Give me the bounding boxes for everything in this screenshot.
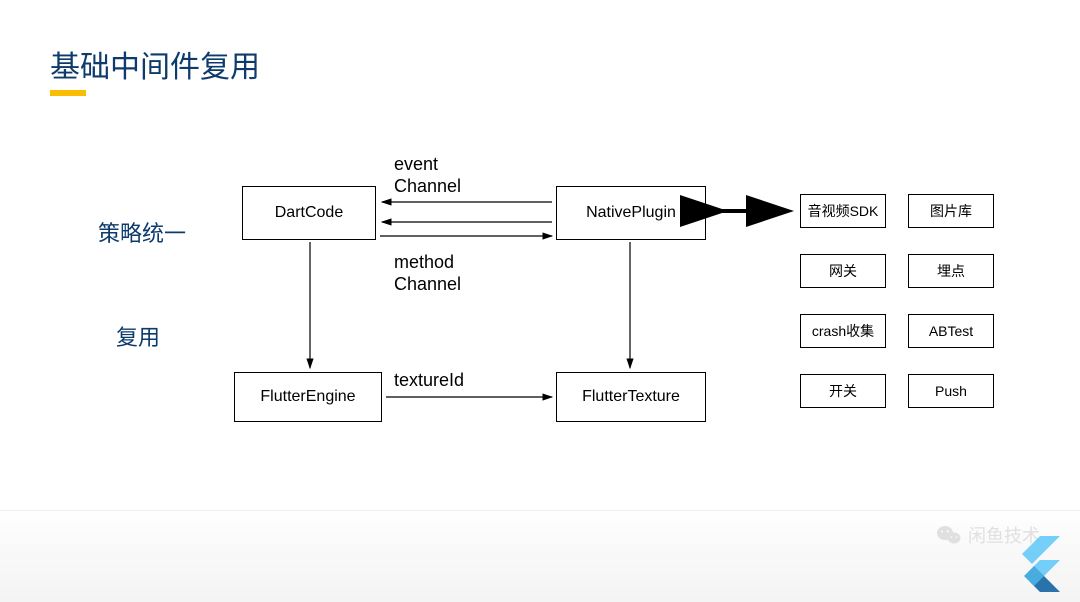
node-flutterengine: FlutterEngine <box>234 372 382 422</box>
label-strategy: 策略统一 <box>98 216 186 248</box>
node-dartcode: DartCode <box>242 186 376 240</box>
ann-method-line1: method <box>394 252 461 274</box>
label-reuse: 复用 <box>116 320 160 352</box>
node-fluttertexture: FlutterTexture <box>556 372 706 422</box>
service-audiovideo-sdk: 音视频SDK <box>800 194 886 228</box>
service-abtest: ABTest <box>908 314 994 348</box>
annotation-event-channel: event Channel <box>394 154 461 197</box>
flutter-logo-icon <box>1014 536 1060 592</box>
service-gateway: 网关 <box>800 254 886 288</box>
service-switch: 开关 <box>800 374 886 408</box>
wechat-icon <box>936 524 962 546</box>
slide-title: 基础中间件复用 <box>50 42 260 86</box>
service-crash: crash收集 <box>800 314 886 348</box>
node-nativeplugin: NativePlugin <box>556 186 706 240</box>
annotation-textureid: textureId <box>394 370 464 391</box>
footer: 闲鱼技术 <box>0 510 1080 602</box>
ann-event-line2: Channel <box>394 176 461 198</box>
service-image-lib: 图片库 <box>908 194 994 228</box>
ann-event-line1: event <box>394 154 461 176</box>
annotation-method-channel: method Channel <box>394 252 461 295</box>
accent-bar <box>50 90 86 96</box>
service-tracking: 埋点 <box>908 254 994 288</box>
ann-method-line2: Channel <box>394 274 461 296</box>
service-push: Push <box>908 374 994 408</box>
